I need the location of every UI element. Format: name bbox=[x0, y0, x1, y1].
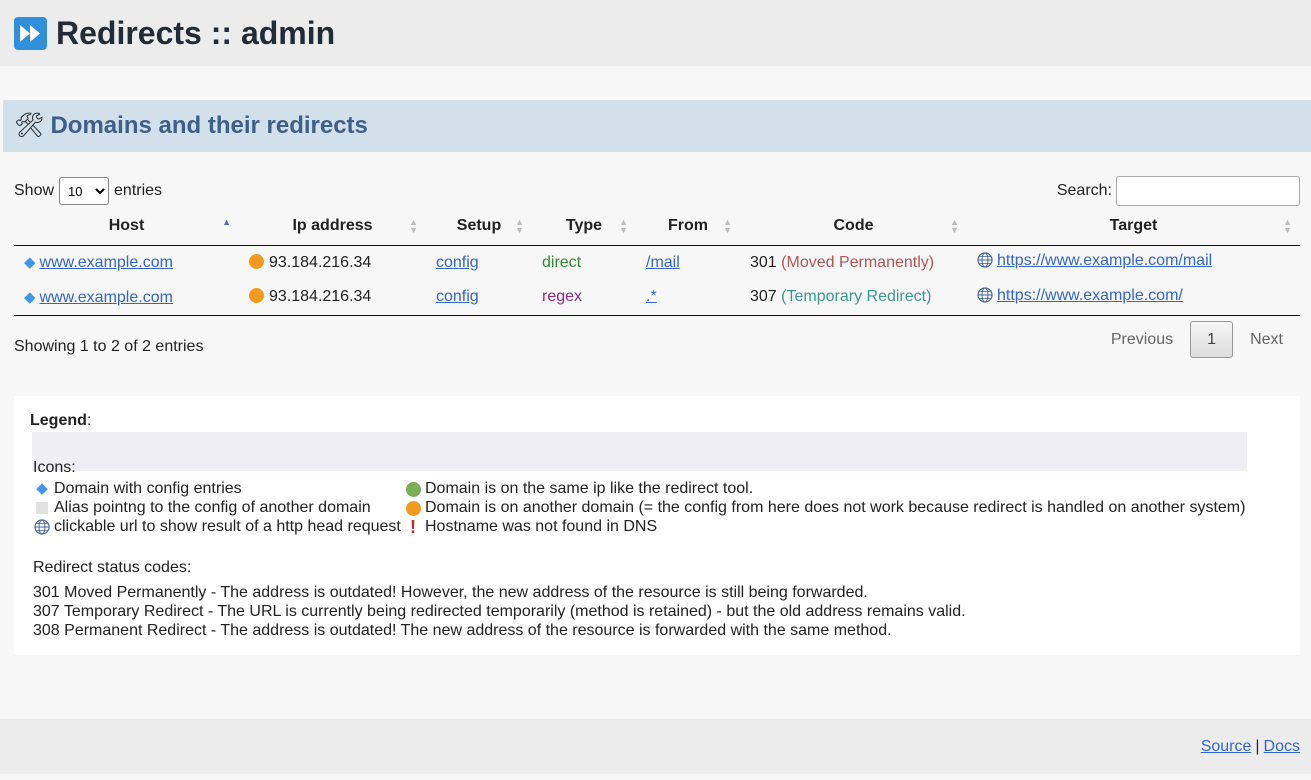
legend-item: ! Hostname was not found in DNS bbox=[403, 518, 1284, 536]
status-code: 307 bbox=[750, 288, 777, 306]
page-length-control: Show 102550100 entries bbox=[14, 177, 162, 205]
column-header-target[interactable]: Target ▲ ▼ bbox=[967, 208, 1300, 246]
top-bar: Redirects :: admin bbox=[0, 0, 1311, 66]
cell-setup: config bbox=[426, 245, 532, 280]
cell-target: https://www.example.com/mail bbox=[967, 245, 1300, 280]
section-header: 🛠 Domains and their redirects bbox=[3, 100, 1311, 152]
pagination: Previous 1 Next bbox=[1094, 321, 1300, 358]
page-title: Redirects :: admin bbox=[56, 14, 336, 51]
host-link[interactable]: www.example.com bbox=[40, 289, 173, 306]
show-label: Show bbox=[14, 182, 55, 199]
cell-ip: 93.184.216.34 bbox=[239, 245, 426, 280]
diamond-icon: ◆ bbox=[24, 254, 36, 272]
column-header-host[interactable]: Host ▲ bbox=[14, 208, 239, 246]
source-link[interactable]: Source bbox=[1201, 738, 1252, 756]
table-row: ◆ www.example.com 93.184.216.34 config re… bbox=[14, 280, 1300, 316]
search-label: Search: bbox=[1056, 182, 1112, 199]
hammer-and-wrench-icon: 🛠 bbox=[14, 112, 45, 139]
search-input[interactable] bbox=[1116, 176, 1300, 206]
exclamation-icon: ! bbox=[410, 517, 416, 537]
table-controls: Show 102550100 entries Search: bbox=[14, 176, 1300, 206]
sort-icon: ▲ ▼ bbox=[950, 217, 959, 235]
legend-title: Legend: bbox=[30, 412, 92, 429]
setup-link[interactable]: config bbox=[436, 288, 479, 305]
docs-link[interactable]: Docs bbox=[1264, 738, 1300, 756]
redirect-type: direct bbox=[542, 253, 582, 271]
status-code-description: 307 Temporary Redirect - The URL is curr… bbox=[33, 603, 966, 620]
table-row: ◆ www.example.com 93.184.216.34 config di… bbox=[14, 245, 1300, 280]
next-button[interactable]: Next bbox=[1233, 331, 1300, 349]
legend: Legend: Icons: ◆ Domain with config entr… bbox=[14, 396, 1300, 655]
footer-separator: | bbox=[1255, 737, 1260, 755]
icons-legend-list: ◆ Domain with config entries Domain is o… bbox=[32, 480, 1284, 536]
cell-ip: 93.184.216.34 bbox=[239, 280, 426, 316]
status-code-description: 301 Moved Permanently - The address is o… bbox=[33, 584, 868, 601]
diamond-icon: ◆ bbox=[36, 480, 48, 497]
target-link[interactable]: https://www.example.com/ bbox=[997, 287, 1183, 304]
cell-setup: config bbox=[426, 280, 532, 316]
host-link[interactable]: www.example.com bbox=[40, 254, 173, 271]
status-code-text: (Temporary Redirect) bbox=[781, 288, 932, 306]
redirects-table: Host ▲ Ip address ▲ ▼ Setup ▲ ▼ Type ▲ ▼ From ▲ ▼… bbox=[14, 208, 1300, 316]
cell-type: regex bbox=[532, 280, 636, 316]
sort-asc-icon: ▲ bbox=[222, 217, 231, 227]
sort-icon: ▲ ▼ bbox=[1283, 217, 1292, 235]
status-codes-list: 301 Moved Permanently - The address is o… bbox=[33, 583, 1284, 640]
from-link[interactable]: /mail bbox=[646, 254, 680, 271]
cell-code: 301 (Moved Permanently) bbox=[740, 245, 967, 280]
orange-dot-icon bbox=[403, 500, 423, 516]
legend-item: Alias pointng to the config of another d… bbox=[32, 499, 403, 517]
sort-icon: ▲ ▼ bbox=[619, 217, 628, 235]
previous-button[interactable]: Previous bbox=[1094, 331, 1190, 349]
cell-host: ◆ www.example.com bbox=[14, 245, 239, 280]
redirect-type: regex bbox=[542, 288, 583, 306]
legend-item: clickable url to show result of a http h… bbox=[32, 518, 403, 536]
globe-icon bbox=[977, 252, 993, 273]
fast-forward-icon bbox=[14, 16, 47, 50]
diamond-icon: ◆ bbox=[24, 288, 36, 306]
column-header-setup[interactable]: Setup ▲ ▼ bbox=[426, 208, 532, 246]
status-codes-heading: Redirect status codes: bbox=[33, 559, 192, 576]
status-code-text: (Moved Permanently) bbox=[781, 253, 935, 271]
column-header-from[interactable]: From ▲ ▼ bbox=[636, 208, 740, 246]
globe-icon bbox=[977, 287, 993, 308]
sort-icon: ▲ ▼ bbox=[515, 217, 524, 235]
target-link[interactable]: https://www.example.com/mail bbox=[997, 252, 1212, 269]
cell-host: ◆ www.example.com bbox=[14, 280, 239, 316]
cell-from: /mail bbox=[636, 245, 740, 280]
table-info: Showing 1 to 2 of 2 entries bbox=[14, 338, 204, 355]
page-button-current[interactable]: 1 bbox=[1190, 321, 1234, 358]
legend-item: ◆ Domain with config entries bbox=[32, 480, 403, 498]
cell-from: .* bbox=[636, 280, 740, 316]
from-link[interactable]: .* bbox=[646, 288, 657, 305]
cell-target: https://www.example.com/ bbox=[967, 280, 1300, 316]
legend-item: Domain is on another domain (= the confi… bbox=[403, 499, 1284, 517]
gray-square-icon bbox=[32, 502, 52, 514]
globe-icon bbox=[32, 519, 52, 535]
status-code: 301 bbox=[750, 253, 777, 271]
green-dot-icon bbox=[403, 481, 423, 497]
sort-icon: ▲ ▼ bbox=[409, 217, 418, 235]
cell-type: direct bbox=[532, 245, 636, 280]
orange-dot-icon bbox=[249, 288, 264, 304]
page-length-select[interactable]: 102550100 bbox=[59, 177, 110, 205]
section-title: Domains and their redirects bbox=[50, 112, 368, 139]
search-control: Search: bbox=[1057, 176, 1300, 206]
setup-link[interactable]: config bbox=[436, 254, 479, 271]
status-code-description: 308 Permanent Redirect - The address is … bbox=[33, 622, 892, 639]
cell-code: 307 (Temporary Redirect) bbox=[740, 280, 967, 316]
ip-address: 93.184.216.34 bbox=[269, 253, 372, 271]
icons-heading: Icons: bbox=[33, 459, 76, 476]
sort-icon: ▲ ▼ bbox=[723, 217, 732, 235]
legend-item: Domain is on the same ip like the redire… bbox=[403, 480, 1284, 498]
column-header-ip-address[interactable]: Ip address ▲ ▼ bbox=[239, 208, 426, 246]
table-header-row: Host ▲ Ip address ▲ ▼ Setup ▲ ▼ Type ▲ ▼ From ▲ ▼… bbox=[14, 208, 1300, 246]
entries-label: entries bbox=[114, 182, 163, 199]
orange-dot-icon bbox=[249, 253, 264, 269]
column-header-type[interactable]: Type ▲ ▼ bbox=[532, 208, 636, 246]
ip-address: 93.184.216.34 bbox=[269, 288, 372, 306]
column-header-code[interactable]: Code ▲ ▼ bbox=[740, 208, 967, 246]
footer: Source | Docs bbox=[0, 719, 1311, 774]
